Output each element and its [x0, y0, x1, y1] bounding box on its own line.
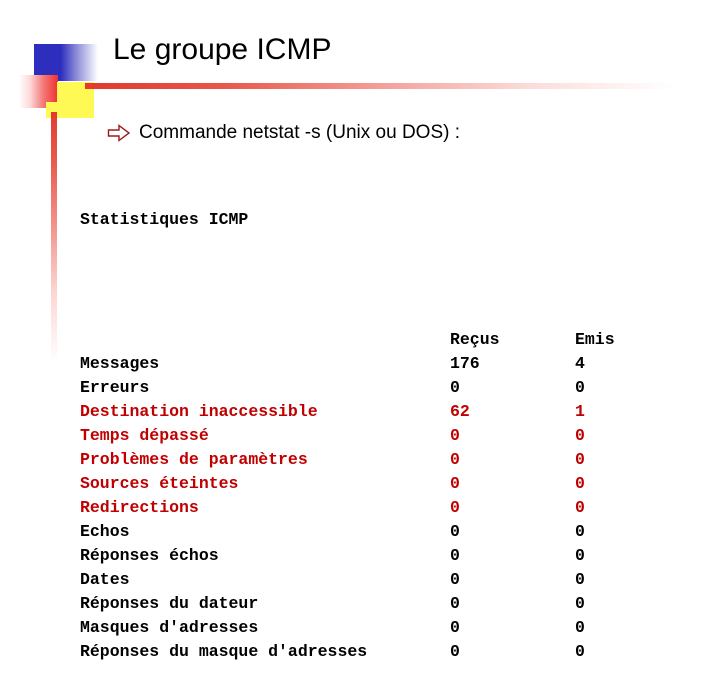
- table-row: Masques d'adresses 0 0: [80, 616, 665, 640]
- bullet-label: Commande netstat -s (Unix ou DOS) :: [139, 122, 460, 143]
- table-row: Problèmes de paramètres 0 0: [80, 448, 665, 472]
- cell-emis: 1: [575, 402, 585, 421]
- console-heading: Statistiques ICMP: [80, 210, 249, 229]
- cell-recus: 0: [450, 570, 460, 589]
- deco-vertical-stub: [51, 112, 57, 122]
- console-output: Statistiques ICMP Reçus Emis Messages 176…: [80, 160, 665, 688]
- table-row: Sources éteintes 0 0: [80, 472, 665, 496]
- table-row: Redirections 0 0: [80, 496, 665, 520]
- cell-recus: 0: [450, 546, 460, 565]
- cell-emis: 0: [575, 474, 585, 493]
- deco-horizontal-stub: [85, 83, 97, 89]
- table-row: Dates 0 0: [80, 568, 665, 592]
- cell-label: Réponses du dateur: [80, 594, 259, 613]
- cell-emis: 0: [575, 618, 585, 637]
- table-row: Réponses échos 0 0: [80, 544, 665, 568]
- cell-recus: 0: [450, 426, 460, 445]
- arrow-right-hollow-icon: [107, 124, 131, 142]
- table-row: Réponses du dateur 0 0: [80, 592, 665, 616]
- cell-label: Erreurs: [80, 378, 150, 397]
- cell-recus: 0: [450, 642, 460, 661]
- cell-label: Réponses du masque d'adresses: [80, 642, 368, 661]
- deco-yellow-foot: [46, 102, 60, 118]
- header-cell-recus: Reçus: [450, 330, 500, 349]
- cell-recus: 0: [450, 474, 460, 493]
- table-row: Temps dépassé 0 0: [80, 424, 665, 448]
- cell-emis: 0: [575, 498, 585, 517]
- bullet-item: Commande netstat -s (Unix ou DOS) :: [107, 122, 460, 144]
- cell-recus: 0: [450, 594, 460, 613]
- cell-label: Sources éteintes: [80, 474, 239, 493]
- cell-emis: 0: [575, 594, 585, 613]
- cell-label: Problèmes de paramètres: [80, 450, 308, 469]
- cell-recus: 0: [450, 522, 460, 541]
- cell-label: Temps dépassé: [80, 426, 209, 445]
- cell-recus: 0: [450, 378, 460, 397]
- header-cell-emis: Emis: [575, 330, 615, 349]
- table-row: Messages 176 4: [80, 352, 665, 376]
- cell-label: Redirections: [80, 498, 199, 517]
- cell-recus: 0: [450, 450, 460, 469]
- table-row: Echos 0 0: [80, 520, 665, 544]
- deco-red-square: [19, 75, 58, 108]
- cell-emis: 0: [575, 378, 585, 397]
- cell-emis: 0: [575, 546, 585, 565]
- cell-label: Destination inaccessible: [80, 402, 318, 421]
- deco-vertical-rule: [51, 112, 57, 362]
- cell-recus: 62: [450, 402, 470, 421]
- cell-label: Dates: [80, 570, 130, 589]
- icmp-stats-table: Reçus Emis Messages 176 4 Erreurs 0 0 Destinat…: [80, 328, 665, 664]
- cell-recus: 0: [450, 498, 460, 517]
- cell-emis: 0: [575, 522, 585, 541]
- deco-yellow-square: [57, 82, 94, 118]
- cell-recus: 176: [450, 354, 480, 373]
- table-header-row: Reçus Emis: [80, 328, 665, 352]
- cell-label: Messages: [80, 354, 160, 373]
- cell-recus: 0: [450, 618, 460, 637]
- deco-blue-square: [34, 44, 98, 81]
- page-title: Le groupe ICMP: [113, 33, 332, 66]
- cell-label: Masques d'adresses: [80, 618, 259, 637]
- cell-label: Echos: [80, 522, 130, 541]
- cell-emis: 0: [575, 642, 585, 661]
- cell-emis: 0: [575, 426, 585, 445]
- table-row: Erreurs 0 0: [80, 376, 665, 400]
- table-row: Destination inaccessible 62 1: [80, 400, 665, 424]
- table-row: Réponses du masque d'adresses 0 0: [80, 640, 665, 664]
- cell-emis: 0: [575, 570, 585, 589]
- cell-emis: 4: [575, 354, 585, 373]
- cell-label: Réponses échos: [80, 546, 219, 565]
- cell-emis: 0: [575, 450, 585, 469]
- header-cell-label: [80, 328, 450, 352]
- deco-horizontal-rule: [93, 83, 673, 89]
